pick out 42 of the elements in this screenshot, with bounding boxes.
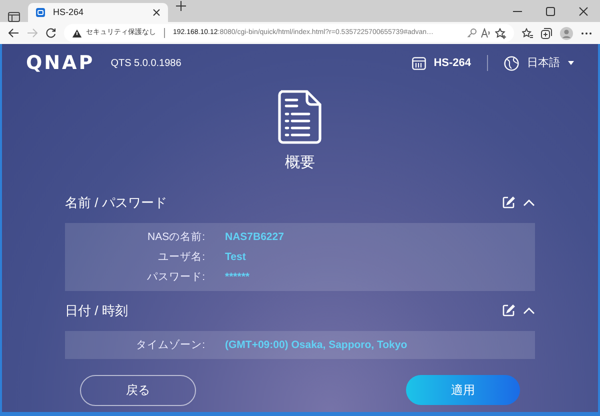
globe-icon xyxy=(504,56,519,70)
field-label: パスワード: xyxy=(146,270,205,284)
field-value: ****** xyxy=(225,270,250,284)
section-title: 名前 / パスワード xyxy=(65,194,168,212)
favicon-icon xyxy=(36,8,45,17)
maximize-icon[interactable] xyxy=(546,6,555,16)
back-arrow-icon[interactable] xyxy=(8,28,19,38)
more-icon[interactable] xyxy=(581,32,592,34)
tab-title: HS-264 xyxy=(53,6,85,19)
browser-tab[interactable]: HS-264 xyxy=(28,3,168,22)
field-label: ユーザ名: xyxy=(157,250,205,264)
read-aloud-icon[interactable] xyxy=(481,28,491,38)
caret-down-icon xyxy=(568,61,574,65)
back-button[interactable]: 戻る xyxy=(80,374,196,406)
section-title: 日付 / 時刻 xyxy=(65,302,129,320)
edit-icon[interactable] xyxy=(502,304,515,317)
key-icon[interactable] xyxy=(467,28,477,38)
version-label: QTS 5.0.0.1986 xyxy=(110,56,182,70)
nas-device-icon xyxy=(412,56,426,70)
favorites-icon[interactable] xyxy=(522,28,533,38)
field-value: NAS7B6227 xyxy=(225,230,284,244)
warning-icon xyxy=(72,28,82,38)
document-icon xyxy=(278,90,322,144)
field-label: NASの名前: xyxy=(146,230,205,244)
field-value: Test xyxy=(225,250,246,264)
new-tab-icon[interactable] xyxy=(176,0,186,11)
edit-icon[interactable] xyxy=(502,196,515,209)
logo: QNAP xyxy=(26,54,95,72)
close-icon[interactable] xyxy=(153,9,160,16)
page-title: 概要 xyxy=(285,153,315,173)
reload-icon[interactable] xyxy=(46,28,56,38)
language-selector[interactable]: 日本語 xyxy=(504,54,574,72)
tab-actions-icon[interactable] xyxy=(8,12,20,22)
field-value: (GMT+09:00) Osaka, Sapporo, Tokyo xyxy=(225,338,408,352)
close-icon[interactable] xyxy=(579,6,588,16)
chevron-up-icon[interactable] xyxy=(523,306,535,314)
field-label: タイムゾーン: xyxy=(135,338,205,352)
collections-icon[interactable] xyxy=(541,28,552,38)
profile-avatar-icon[interactable] xyxy=(560,26,573,40)
star-add-icon[interactable] xyxy=(495,28,506,38)
chevron-up-icon[interactable] xyxy=(523,198,535,206)
device-name: HS-264 xyxy=(434,56,471,71)
